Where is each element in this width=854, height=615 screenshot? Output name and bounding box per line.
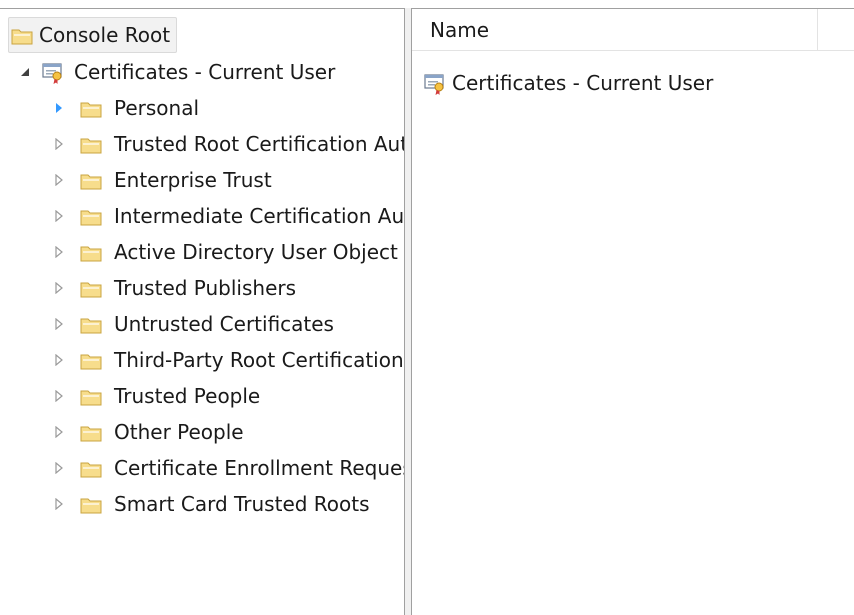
results-list-pane[interactable]: Name Certificates - Current User [412,8,854,615]
console-tree-pane[interactable]: Console Root Certificates - Current User… [0,8,404,615]
folder-icon [80,351,102,370]
tree-node-label: Certificate Enrollment Requests [114,456,404,480]
tree-node-store[interactable]: Trusted Publishers [52,272,296,304]
tree-node-store[interactable]: Other People [52,416,244,448]
tree-node-label: Trusted Publishers [114,276,297,300]
tree-node-store[interactable]: Trusted People [52,380,260,412]
mmc-console-window: Console Root Certificates - Current User… [0,0,854,615]
certificate-store-icon [40,59,66,85]
expand-triangle-icon[interactable] [52,389,66,403]
tree-node-store[interactable]: Enterprise Trust [52,164,272,196]
folder-icon [80,387,102,406]
tree-node-label: Console Root [39,23,171,47]
tree-node-label: Smart Card Trusted Roots [114,492,370,516]
column-header-label: Name [430,17,490,42]
expand-triangle-icon[interactable] [52,245,66,259]
tree-node-store[interactable]: Trusted Root Certification Authorities [52,128,404,160]
expand-triangle-icon[interactable] [52,425,66,439]
expand-triangle-icon[interactable] [52,209,66,223]
tree-node-certificates-current-user[interactable]: Certificates - Current User [18,56,335,88]
folder-icon [80,135,102,154]
tree-node-label: Untrusted Certificates [114,312,334,336]
folder-icon [80,279,102,298]
column-header-bar: Name [412,9,854,51]
folder-icon [80,243,102,262]
expand-triangle-icon[interactable] [52,101,66,115]
folder-icon [80,99,102,118]
tree-node-label: Trusted Root Certification Authorities [114,132,404,156]
expand-triangle-icon[interactable] [52,461,66,475]
tree-node-store[interactable]: Untrusted Certificates [52,308,334,340]
tree-node-store[interactable]: Smart Card Trusted Roots [52,488,370,520]
folder-icon [80,207,102,226]
folder-icon [80,315,102,334]
list-item[interactable]: Certificates - Current User [422,67,713,99]
tree-node-store[interactable]: Active Directory User Object [52,236,398,268]
tree-node-label: Trusted People [114,384,261,408]
tree-node-console-root[interactable]: Console Root [8,17,178,53]
expand-triangle-icon[interactable] [52,137,66,151]
column-header-empty[interactable] [818,9,854,50]
tree-node-store[interactable]: Third-Party Root Certification Authoriti… [52,344,404,376]
folder-icon [80,171,102,190]
folder-icon [80,495,102,514]
folder-icon [80,423,102,442]
tree-node-store[interactable]: Certificate Enrollment Requests [52,452,404,484]
tree-node-label: Enterprise Trust [114,168,272,192]
certificate-store-icon [422,70,448,96]
folder-icon [11,26,33,45]
expand-triangle-icon[interactable] [52,353,66,367]
folder-icon [80,459,102,478]
tree-node-label: Personal [114,96,200,120]
expand-triangle-icon[interactable] [52,317,66,331]
tree-node-label: Intermediate Certification Authorities [114,204,404,228]
tree-node-label: Active Directory User Object [114,240,398,264]
expand-triangle-icon[interactable] [52,173,66,187]
pane-splitter[interactable] [404,8,412,615]
collapse-triangle-icon[interactable] [18,65,32,79]
tree-node-store[interactable]: Personal [52,92,199,124]
expand-triangle-icon[interactable] [52,281,66,295]
tree-node-label: Certificates - Current User [74,60,336,84]
tree-node-label: Third-Party Root Certification Authoriti… [114,348,404,372]
column-header-name[interactable]: Name [412,9,818,50]
tree-node-label: Other People [114,420,244,444]
tree-node-store[interactable]: Intermediate Certification Authorities [52,200,404,232]
list-item-label: Certificates - Current User [452,71,714,95]
expand-triangle-icon[interactable] [52,497,66,511]
